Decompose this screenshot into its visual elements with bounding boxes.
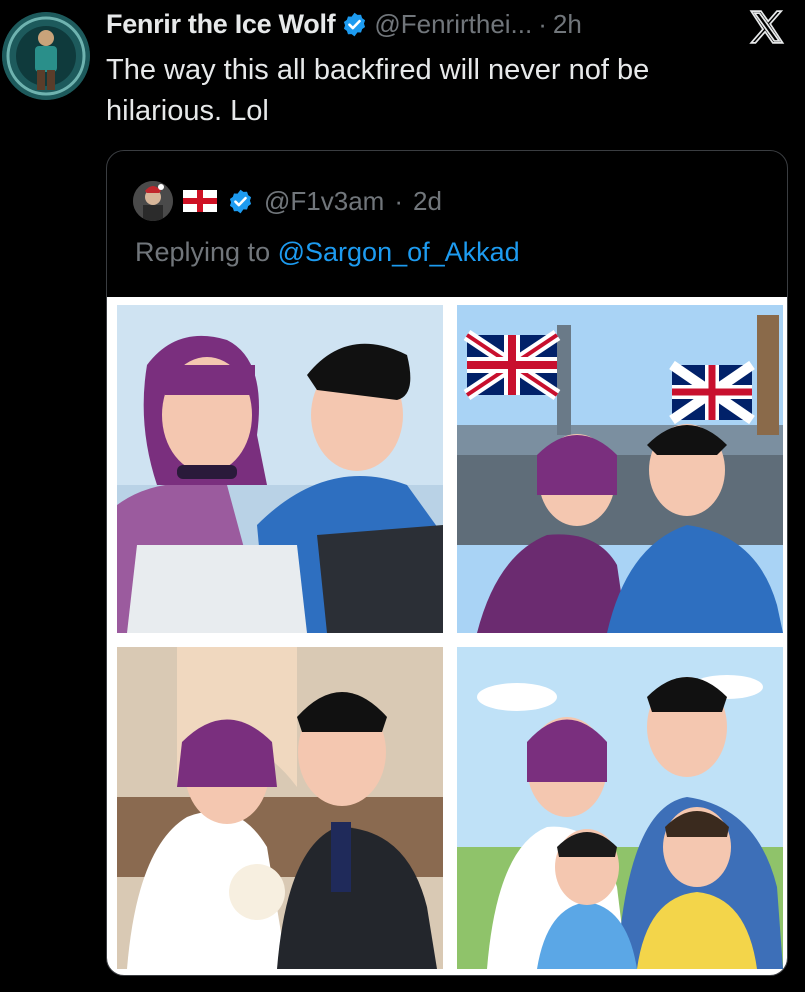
image-grid[interactable] (107, 297, 787, 975)
england-flag-icon (183, 190, 217, 212)
replying-to-line: Replying to @Sargon_of_Akkad (135, 237, 520, 268)
author-name[interactable]: Fenrir the Ice Wolf (106, 9, 336, 40)
quoted-time[interactable]: 2d (413, 186, 442, 217)
author-avatar[interactable] (2, 12, 90, 100)
tweet-text: The way this all backfired will never no… (106, 54, 650, 127)
tweet-time[interactable]: 2h (553, 9, 582, 40)
image-panel-family[interactable] (457, 647, 783, 969)
x-logo-icon[interactable] (748, 8, 786, 46)
author-handle[interactable]: @Fenrirthei... (374, 9, 532, 40)
tweet-header: Fenrir the Ice Wolf @Fenrirthei... · 2h (106, 6, 582, 42)
replying-mention-link[interactable]: @Sargon_of_Akkad (278, 237, 520, 267)
quoted-tweet-card[interactable]: @F1v3am · 2d Replying to @Sargon_of_Akka… (106, 150, 788, 976)
verified-badge-icon (344, 12, 366, 36)
image-panel-flags[interactable] (457, 305, 783, 633)
quoted-verified-badge-icon (229, 189, 252, 213)
separator-dot: · (538, 8, 547, 39)
replying-prefix: Replying to (135, 237, 271, 267)
image-panel-office[interactable] (117, 305, 443, 633)
quoted-separator-dot: · (394, 185, 403, 216)
image-panel-wedding[interactable] (117, 647, 443, 969)
quoted-avatar[interactable] (133, 181, 173, 221)
quoted-handle[interactable]: @F1v3am (264, 186, 384, 217)
quoted-header: @F1v3am · 2d (133, 181, 442, 221)
